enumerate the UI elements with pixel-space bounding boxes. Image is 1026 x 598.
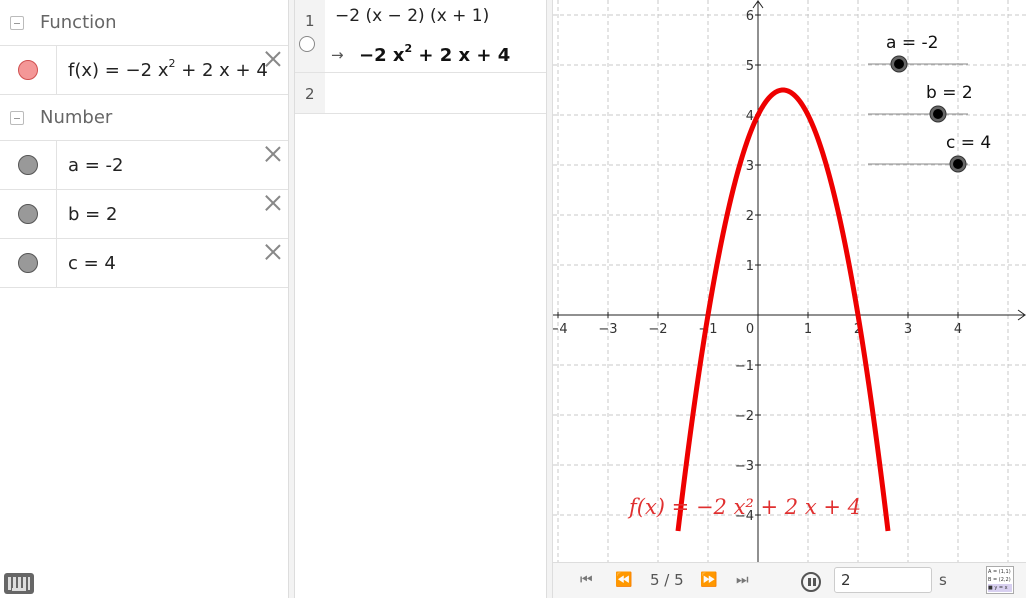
number-group-title: Number [40, 107, 113, 128]
delete-a-icon[interactable] [265, 146, 281, 162]
slider-label: c = 4 [946, 133, 991, 153]
visibility-toggle-f[interactable] [18, 60, 38, 80]
algebra-item-b[interactable]: b = 2 [0, 190, 288, 239]
graphics-view[interactable]: −4 −3 −2 −1 0 1 2 3 4 6 5 4 3 2 1 −1 −2 −3 −4 f(x) = −2 x² … [553, 0, 1026, 562]
x-tick-label: −4 [553, 322, 568, 337]
y-tick-label: −3 [735, 459, 754, 474]
skip-first-icon[interactable]: ⏮ [580, 572, 593, 588]
y-tick-label: 3 [746, 159, 754, 174]
slider-knob-center [953, 159, 963, 169]
algebra-item-a[interactable]: a = -2 [0, 141, 288, 190]
y-tick-label: 2 [746, 209, 754, 224]
function-label: f(x) = −2 x² + 2 x + 4 [627, 495, 861, 519]
collapse-number-group-icon[interactable] [10, 110, 24, 125]
cas-input-1[interactable]: −2 (x − 2) (x + 1) [335, 6, 489, 26]
number-a-expression[interactable]: a = -2 [57, 155, 124, 176]
rewind-icon[interactable]: ⏪ [615, 572, 632, 588]
slider-label: b = 2 [926, 83, 973, 103]
slider-knob-center [933, 109, 943, 119]
number-b-expression[interactable]: b = 2 [57, 204, 117, 225]
delete-c-icon[interactable] [265, 244, 281, 260]
slider-knob-center [894, 59, 904, 69]
x-tick-label: 0 [746, 322, 754, 337]
cas-result-arrow-icon: → [331, 46, 344, 64]
panel-divider[interactable] [288, 0, 295, 598]
cas-row-2[interactable]: 2 [295, 73, 546, 114]
y-tick-label: 5 [746, 59, 754, 74]
visibility-toggle-c[interactable] [18, 253, 38, 273]
page-indicator: 5 / 5 [650, 571, 684, 589]
algebra-view: Function f(x) = −2 x2 + 2 x + 4 Number a… [0, 0, 288, 598]
collapse-function-group-icon[interactable] [10, 15, 24, 30]
algebra-item-c[interactable]: c = 4 [0, 239, 288, 288]
function-group-title: Function [40, 12, 117, 33]
y-tick-label: −1 [735, 359, 754, 374]
visibility-toggle-b[interactable] [18, 204, 38, 224]
cas-view: 1 −2 (x − 2) (x + 1) → −2 x2 + 2 x + 4 2 [295, 0, 546, 598]
number-group-header[interactable]: Number [0, 95, 288, 141]
y-tick-label: 6 [746, 9, 754, 24]
speed-unit: s [939, 571, 947, 589]
function-expression[interactable]: f(x) = −2 x2 + 2 x + 4 [57, 57, 268, 81]
function-plot[interactable]: −4 −3 −2 −1 0 1 2 3 4654321−1−2−3−4f(x) = −2 x² … [553, 0, 1026, 562]
skip-last-icon[interactable]: ⏭ [736, 572, 749, 588]
y-tick-label: 1 [746, 259, 754, 274]
x-tick-label: 3 [904, 322, 912, 337]
x-tick-label: −2 [648, 322, 667, 337]
fast-forward-icon[interactable]: ⏩ [700, 572, 717, 588]
cas-row-1[interactable]: 1 −2 (x − 2) (x + 1) → −2 x2 + 2 x + 4 [295, 0, 546, 73]
x-tick-label: −3 [598, 322, 617, 337]
delete-b-icon[interactable] [265, 195, 281, 211]
y-tick-label: −2 [735, 409, 754, 424]
visibility-toggle-a[interactable] [18, 155, 38, 175]
slide-playbar: ⏮ ⏪ 5 / 5 ⏩ ⏭ s A = (1,1) B = (2,2) ■ y … [553, 562, 1026, 598]
speed-input[interactable] [834, 567, 932, 593]
pause-icon[interactable] [801, 572, 821, 592]
x-tick-label: 1 [804, 322, 812, 337]
slider-label: a = -2 [886, 33, 938, 53]
function-group-header[interactable]: Function [0, 0, 288, 46]
x-tick-label: 4 [954, 322, 962, 337]
cas-row-number: 2 [295, 73, 325, 113]
delete-f-icon[interactable] [265, 51, 281, 67]
panel-divider[interactable] [546, 0, 553, 598]
algebra-view-icon[interactable]: A = (1,1) B = (2,2) ■ y = x [986, 566, 1014, 594]
number-c-expression[interactable]: c = 4 [57, 253, 116, 274]
algebra-item-f[interactable]: f(x) = −2 x2 + 2 x + 4 [0, 46, 288, 95]
cas-output-1: −2 x2 + 2 x + 4 [359, 42, 511, 66]
keyboard-icon[interactable] [4, 573, 34, 594]
cas-output-toggle[interactable] [299, 36, 315, 52]
